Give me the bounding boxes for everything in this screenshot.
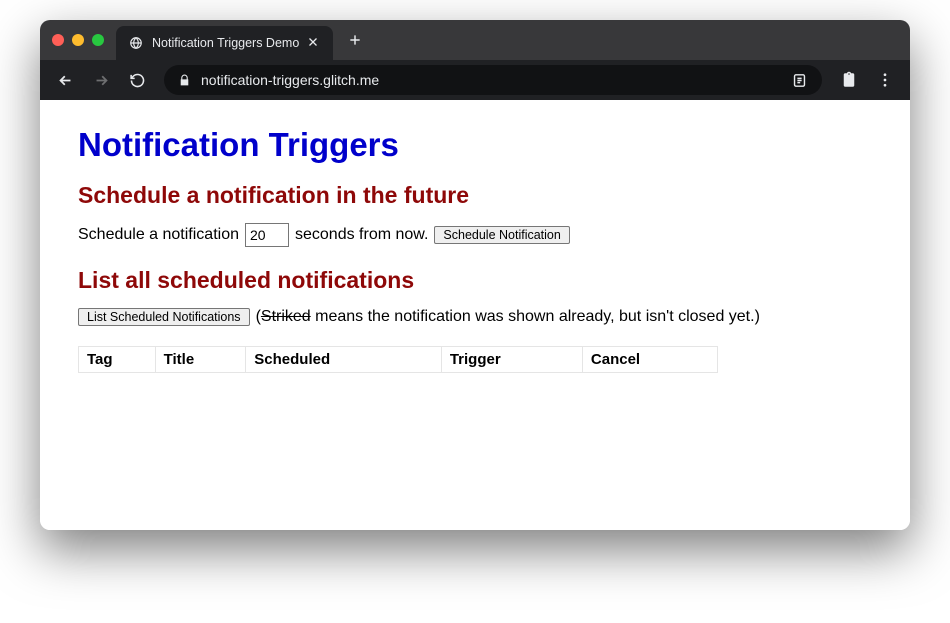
close-window-button[interactable] xyxy=(52,34,64,46)
maximize-window-button[interactable] xyxy=(92,34,104,46)
toolbar: notification-triggers.glitch.me xyxy=(40,60,910,100)
reader-mode-icon[interactable] xyxy=(791,72,808,89)
minimize-window-button[interactable] xyxy=(72,34,84,46)
back-button[interactable] xyxy=(50,65,80,95)
schedule-notification-button[interactable]: Schedule Notification xyxy=(434,226,569,244)
list-row: List Scheduled Notifications (Striked me… xyxy=(78,308,872,326)
list-heading: List all scheduled notifications xyxy=(78,267,872,294)
schedule-row: Schedule a notification seconds from now… xyxy=(78,223,872,247)
schedule-heading: Schedule a notification in the future xyxy=(78,182,872,209)
page-title: Notification Triggers xyxy=(78,126,872,164)
titlebar: Notification Triggers Demo xyxy=(40,20,910,60)
browser-window: Notification Triggers Demo xyxy=(40,20,910,530)
col-trigger: Trigger xyxy=(441,347,582,373)
assignment-icon[interactable] xyxy=(834,65,864,95)
reload-button[interactable] xyxy=(122,65,152,95)
table-header-row: Tag Title Scheduled Trigger Cancel xyxy=(79,347,718,373)
striked-word: Striked xyxy=(261,308,311,325)
page-content: Notification Triggers Schedule a notific… xyxy=(40,100,910,530)
schedule-text-after: seconds from now. xyxy=(295,226,428,244)
lock-icon xyxy=(178,74,191,87)
col-cancel: Cancel xyxy=(582,347,717,373)
notifications-table: Tag Title Scheduled Trigger Cancel xyxy=(78,346,718,373)
list-scheduled-notifications-button[interactable]: List Scheduled Notifications xyxy=(78,308,250,326)
address-bar[interactable]: notification-triggers.glitch.me xyxy=(164,65,822,95)
col-title: Title xyxy=(155,347,246,373)
window-controls xyxy=(52,34,104,46)
col-tag: Tag xyxy=(79,347,156,373)
forward-button[interactable] xyxy=(86,65,116,95)
col-scheduled: Scheduled xyxy=(246,347,442,373)
browser-tab[interactable]: Notification Triggers Demo xyxy=(116,26,333,60)
list-hint: (Striked means the notification was show… xyxy=(256,308,760,326)
schedule-text-before: Schedule a notification xyxy=(78,226,239,244)
menu-button[interactable] xyxy=(870,65,900,95)
globe-icon xyxy=(128,35,144,51)
url-text: notification-triggers.glitch.me xyxy=(201,72,781,88)
seconds-input[interactable] xyxy=(245,223,289,247)
close-tab-icon[interactable] xyxy=(307,36,321,50)
tab-title: Notification Triggers Demo xyxy=(152,36,299,50)
new-tab-button[interactable] xyxy=(341,26,369,54)
